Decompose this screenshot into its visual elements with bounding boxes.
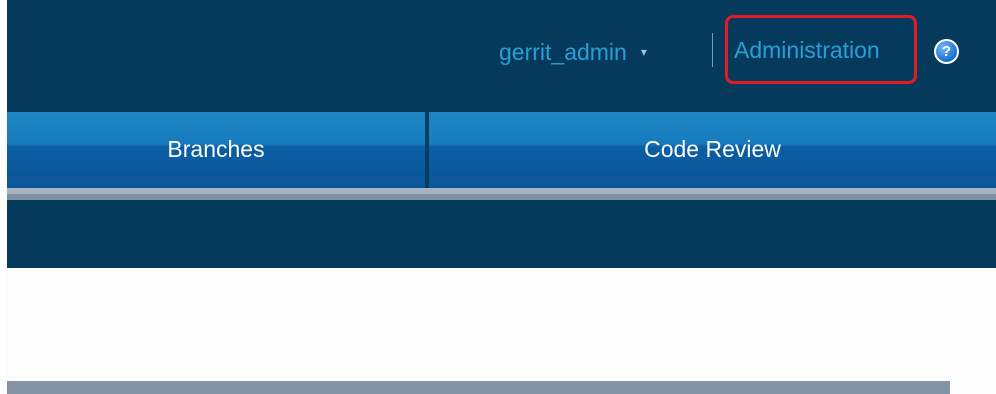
tab-code-review[interactable]: Code Review — [429, 112, 996, 188]
gerrit-admin-screen: gerrit_admin ▾ Administration ? Branches… — [0, 0, 996, 394]
administration-highlight-box — [725, 15, 917, 84]
sub-navigation-bar — [7, 200, 996, 268]
main-content-area — [7, 268, 996, 394]
content-section-rule — [7, 381, 950, 394]
user-name-label: gerrit_admin — [499, 38, 627, 65]
help-icon[interactable]: ? — [934, 39, 959, 64]
user-account-menu[interactable]: gerrit_admin ▾ — [499, 37, 647, 67]
chevron-down-icon: ▾ — [640, 45, 647, 59]
tab-branches[interactable]: Branches — [7, 112, 425, 188]
tab-bar-bottom-border — [7, 188, 996, 200]
project-tab-bar: Branches Code Review — [7, 112, 996, 188]
header-divider — [712, 33, 713, 67]
